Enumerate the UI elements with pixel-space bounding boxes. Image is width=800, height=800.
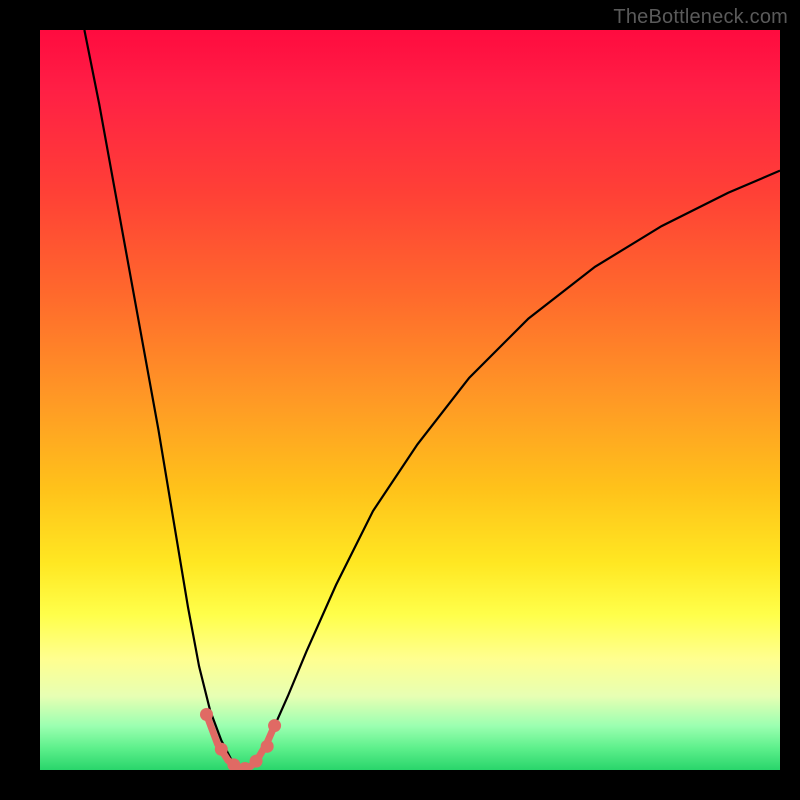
valley-marker: [250, 755, 263, 768]
valley-marker: [200, 708, 213, 721]
plot-area: [40, 30, 780, 770]
curve-right-branch: [251, 171, 780, 767]
curve-layer: [40, 30, 780, 770]
watermark-text: TheBottleneck.com: [613, 6, 788, 29]
curve-left-branch: [84, 30, 238, 766]
valley-marker: [215, 743, 228, 756]
valley-marker: [261, 740, 274, 753]
valley-marker: [268, 719, 281, 732]
chart-stage: TheBottleneck.com: [0, 0, 800, 800]
